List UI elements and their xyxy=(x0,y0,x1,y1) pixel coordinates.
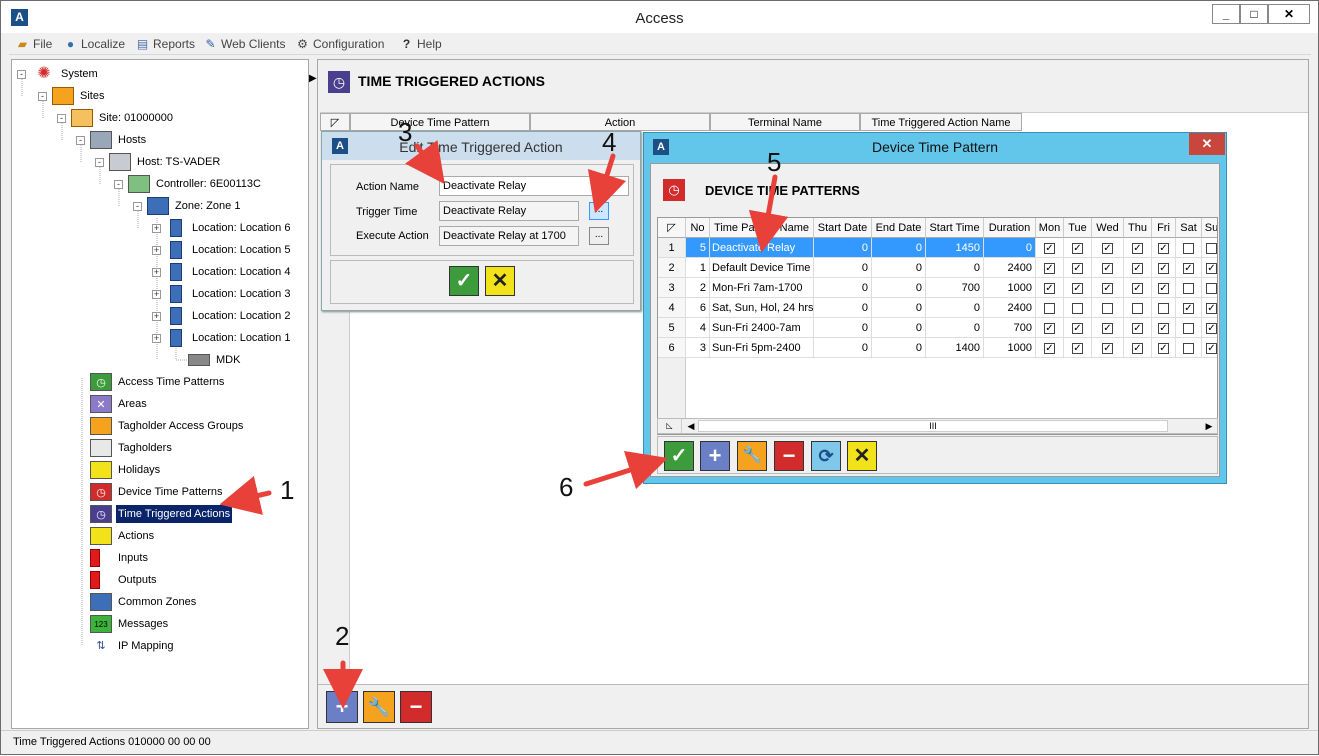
annotation-2: 2 xyxy=(335,621,350,651)
status-text: Time Triggered Actions 010000 00 00 00 xyxy=(13,736,211,748)
annotation-6: 6 xyxy=(559,472,574,502)
annotation-4: 4 xyxy=(602,127,617,157)
annotation-arrows xyxy=(219,140,789,709)
status-bar: Time Triggered Actions 010000 00 00 00 xyxy=(1,730,1318,754)
annotation-3: 3 xyxy=(398,117,413,147)
annotation-5: 5 xyxy=(767,147,782,177)
annotation-1: 1 xyxy=(280,475,295,505)
app-window: A Access _ □ ✕ ▰ File ● Localize ▤ Reports … xyxy=(0,0,1319,755)
